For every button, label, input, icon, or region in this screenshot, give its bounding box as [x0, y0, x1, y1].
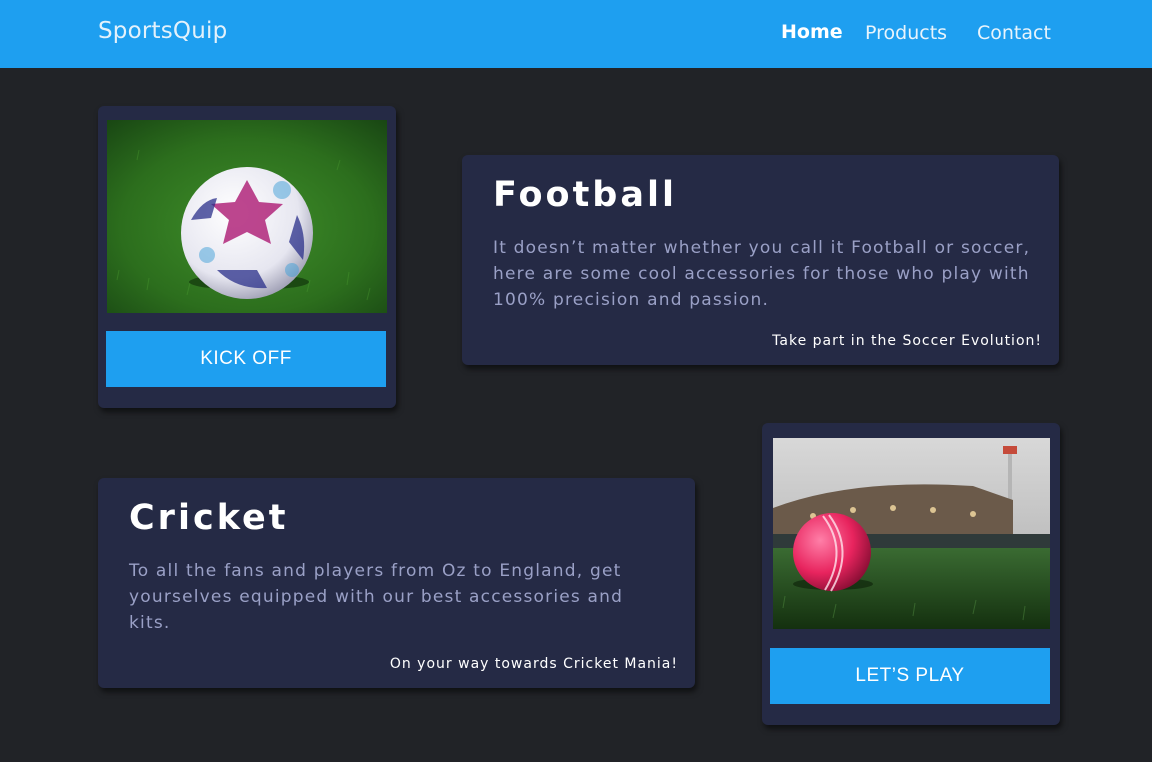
kick-off-button[interactable]: KICK OFF [106, 331, 386, 387]
cricket-info-card: Cricket To all the fans and players from… [98, 478, 695, 688]
football-description: It doesn’t matter whether you call it Fo… [493, 238, 1031, 310]
football-image [107, 120, 387, 313]
lets-play-button[interactable]: LET’S PLAY [770, 648, 1050, 704]
cricket-photo-card: LET’S PLAY [762, 423, 1060, 725]
cricket-tagline: On your way towards Cricket Mania! [389, 656, 678, 672]
cricket-image [773, 438, 1050, 629]
brand-logo[interactable]: SportsQuip [98, 18, 227, 44]
football-info-card: Football It doesn’t matter whether you c… [462, 155, 1059, 365]
cricket-description: To all the fans and players from Oz to E… [129, 561, 624, 633]
cricket-title: Cricket [129, 498, 289, 538]
football-tagline: Take part in the Soccer Evolution! [772, 333, 1042, 349]
nav-link-products[interactable]: Products [865, 22, 947, 44]
nav-link-home[interactable]: Home [781, 21, 843, 43]
top-navbar: SportsQuip Home Products Contact [0, 0, 1152, 68]
nav-link-contact[interactable]: Contact [977, 22, 1051, 44]
football-photo-card: KICK OFF [98, 106, 396, 408]
football-title: Football [493, 175, 677, 215]
